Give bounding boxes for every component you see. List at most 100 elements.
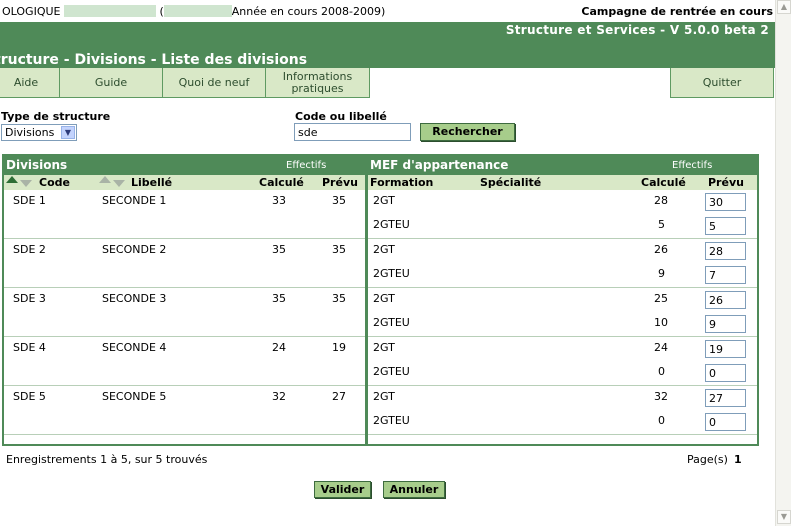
mef-prevu-input[interactable] bbox=[705, 340, 746, 358]
divisions-panel-header: Divisions Effectifs bbox=[4, 156, 365, 175]
records-count: Enregistrements 1 à 5, sur 5 trouvés bbox=[6, 453, 208, 466]
mef-formation: 2GT bbox=[373, 390, 395, 403]
mef-prevu-input[interactable] bbox=[705, 413, 746, 431]
sort-asc-icon[interactable] bbox=[6, 176, 18, 183]
col-code[interactable]: Code bbox=[39, 176, 70, 189]
division-calcule: 35 bbox=[272, 243, 286, 256]
mef-formation: 2GTEU bbox=[373, 267, 410, 280]
table-row[interactable]: SDE 5 SECONDE 5 32 27 bbox=[4, 386, 365, 435]
sort-desc-icon[interactable] bbox=[20, 180, 32, 187]
col-prevu: Prévu bbox=[322, 176, 358, 189]
scroll-up-icon[interactable]: ▲ bbox=[777, 0, 791, 14]
mef-formation: 2GTEU bbox=[373, 414, 410, 427]
table-row: 2GT 24 2GTEU 0 bbox=[368, 337, 757, 386]
division-code: SDE 1 bbox=[13, 194, 46, 207]
col-calcule: Calculé bbox=[259, 176, 304, 189]
main-menu: Aide Guide Quoi de neuf Informations pra… bbox=[0, 68, 775, 98]
mef-calcule: 32 bbox=[654, 390, 668, 403]
top-strip: OLOGIQUE (Année en cours 2008-2009) Camp… bbox=[0, 0, 775, 22]
division-prevu: 35 bbox=[332, 243, 346, 256]
menu-informations-pratiques[interactable]: Informations pratiques bbox=[265, 68, 370, 98]
mef-prevu-input[interactable] bbox=[705, 389, 746, 407]
mef-calcule: 5 bbox=[658, 218, 665, 231]
mef-calcule: 10 bbox=[654, 316, 668, 329]
col-formation: Formation bbox=[370, 176, 434, 189]
mef-prevu-input[interactable] bbox=[705, 315, 746, 333]
mef-prevu-input[interactable] bbox=[705, 364, 746, 382]
mef-formation: 2GTEU bbox=[373, 218, 410, 231]
mef-prevu-input[interactable] bbox=[705, 291, 746, 309]
table-row[interactable]: SDE 4 SECONDE 4 24 19 bbox=[4, 337, 365, 386]
establishment-info: OLOGIQUE (Année en cours 2008-2009) bbox=[2, 5, 385, 18]
division-calcule: 33 bbox=[272, 194, 286, 207]
mef-prevu-input[interactable] bbox=[705, 193, 746, 211]
redacted-code bbox=[163, 5, 232, 17]
type-structure-select[interactable]: Divisions ▼ bbox=[1, 124, 77, 141]
mef-calcule: 28 bbox=[654, 194, 668, 207]
mef-calcule: 26 bbox=[654, 243, 668, 256]
division-calcule: 35 bbox=[272, 292, 286, 305]
division-prevu: 35 bbox=[332, 292, 346, 305]
chevron-down-icon[interactable]: ▼ bbox=[61, 126, 75, 139]
redacted-name bbox=[63, 5, 156, 17]
division-prevu: 27 bbox=[332, 390, 346, 403]
valider-button[interactable]: Valider bbox=[314, 481, 371, 498]
mef-formation: 2GTEU bbox=[373, 316, 410, 329]
division-prevu: 35 bbox=[332, 194, 346, 207]
school-year: Année en cours 2008-2009) bbox=[231, 5, 386, 18]
page-number[interactable]: 1 bbox=[734, 453, 742, 466]
division-prevu: 19 bbox=[332, 341, 346, 354]
divisions-column-header: Code Libellé Calculé Prévu bbox=[4, 175, 365, 190]
annuler-button[interactable]: Annuler bbox=[383, 481, 445, 498]
code-libelle-input[interactable] bbox=[294, 123, 411, 141]
mef-prevu-input[interactable] bbox=[705, 217, 746, 235]
divisions-effectifs-label: Effectifs bbox=[286, 160, 327, 171]
table-row: 2GT 26 2GTEU 9 bbox=[368, 239, 757, 288]
division-code: SDE 3 bbox=[13, 292, 46, 305]
col-calcule: Calculé bbox=[641, 176, 686, 189]
menu-quitter[interactable]: Quitter bbox=[670, 68, 774, 98]
campaign-status: Campagne de rentrée en cours bbox=[581, 5, 773, 18]
mef-calcule: 0 bbox=[658, 414, 665, 427]
mef-panel: MEF d'appartenance Effectifs Formation S… bbox=[366, 154, 759, 446]
mef-calcule: 0 bbox=[658, 365, 665, 378]
mef-calcule: 9 bbox=[658, 267, 665, 280]
menu-quoi-de-neuf[interactable]: Quoi de neuf bbox=[162, 68, 266, 98]
mef-formation: 2GT bbox=[373, 194, 395, 207]
app-header: Structure et Services - V 5.0.0 beta 2 t… bbox=[0, 22, 775, 68]
col-specialite: Spécialité bbox=[480, 176, 542, 189]
vertical-scrollbar[interactable]: ▲ ▼ bbox=[775, 0, 791, 526]
mef-panel-header: MEF d'appartenance Effectifs bbox=[368, 156, 757, 175]
page-title: tructure - Divisions - Liste des divisio… bbox=[0, 52, 308, 68]
menu-guide[interactable]: Guide bbox=[59, 68, 163, 98]
scroll-down-icon[interactable]: ▼ bbox=[777, 510, 791, 524]
table-row: 2GT 32 2GTEU 0 bbox=[368, 386, 757, 435]
table-row[interactable]: SDE 1 SECONDE 1 33 35 bbox=[4, 190, 365, 239]
table-row[interactable]: SDE 3 SECONDE 3 35 35 bbox=[4, 288, 365, 337]
pagination: Page(s) 1 bbox=[687, 453, 742, 466]
menu-informations-line1: Informations bbox=[282, 69, 353, 83]
menu-aide[interactable]: Aide bbox=[0, 68, 60, 98]
divisions-panel: Divisions Effectifs Code Libellé Calculé… bbox=[2, 154, 367, 446]
code-libelle-label: Code ou libellé bbox=[295, 110, 387, 123]
menu-informations-line2: pratiques bbox=[291, 81, 344, 95]
sort-asc-icon[interactable] bbox=[99, 176, 111, 183]
table-row[interactable]: SDE 2 SECONDE 2 35 35 bbox=[4, 239, 365, 288]
establishment-prefix: OLOGIQUE bbox=[2, 5, 61, 18]
col-libelle[interactable]: Libellé bbox=[131, 176, 172, 189]
mef-calcule: 25 bbox=[654, 292, 668, 305]
mef-prevu-input[interactable] bbox=[705, 242, 746, 260]
division-libelle: SECONDE 3 bbox=[102, 292, 167, 305]
type-structure-label: Type de structure bbox=[1, 110, 111, 123]
mef-calcule: 24 bbox=[654, 341, 668, 354]
mef-column-header: Formation Spécialité Calculé Prévu bbox=[368, 175, 757, 190]
mef-effectifs-label: Effectifs bbox=[672, 160, 713, 171]
mef-formation: 2GT bbox=[373, 292, 395, 305]
pages-label: Page(s) bbox=[687, 453, 728, 466]
mef-formation: 2GTEU bbox=[373, 365, 410, 378]
sort-desc-icon[interactable] bbox=[113, 180, 125, 187]
search-button[interactable]: Rechercher bbox=[420, 123, 515, 141]
type-structure-value: Divisions bbox=[5, 126, 55, 139]
table-row: 2GT 25 2GTEU 10 bbox=[368, 288, 757, 337]
mef-prevu-input[interactable] bbox=[705, 266, 746, 284]
